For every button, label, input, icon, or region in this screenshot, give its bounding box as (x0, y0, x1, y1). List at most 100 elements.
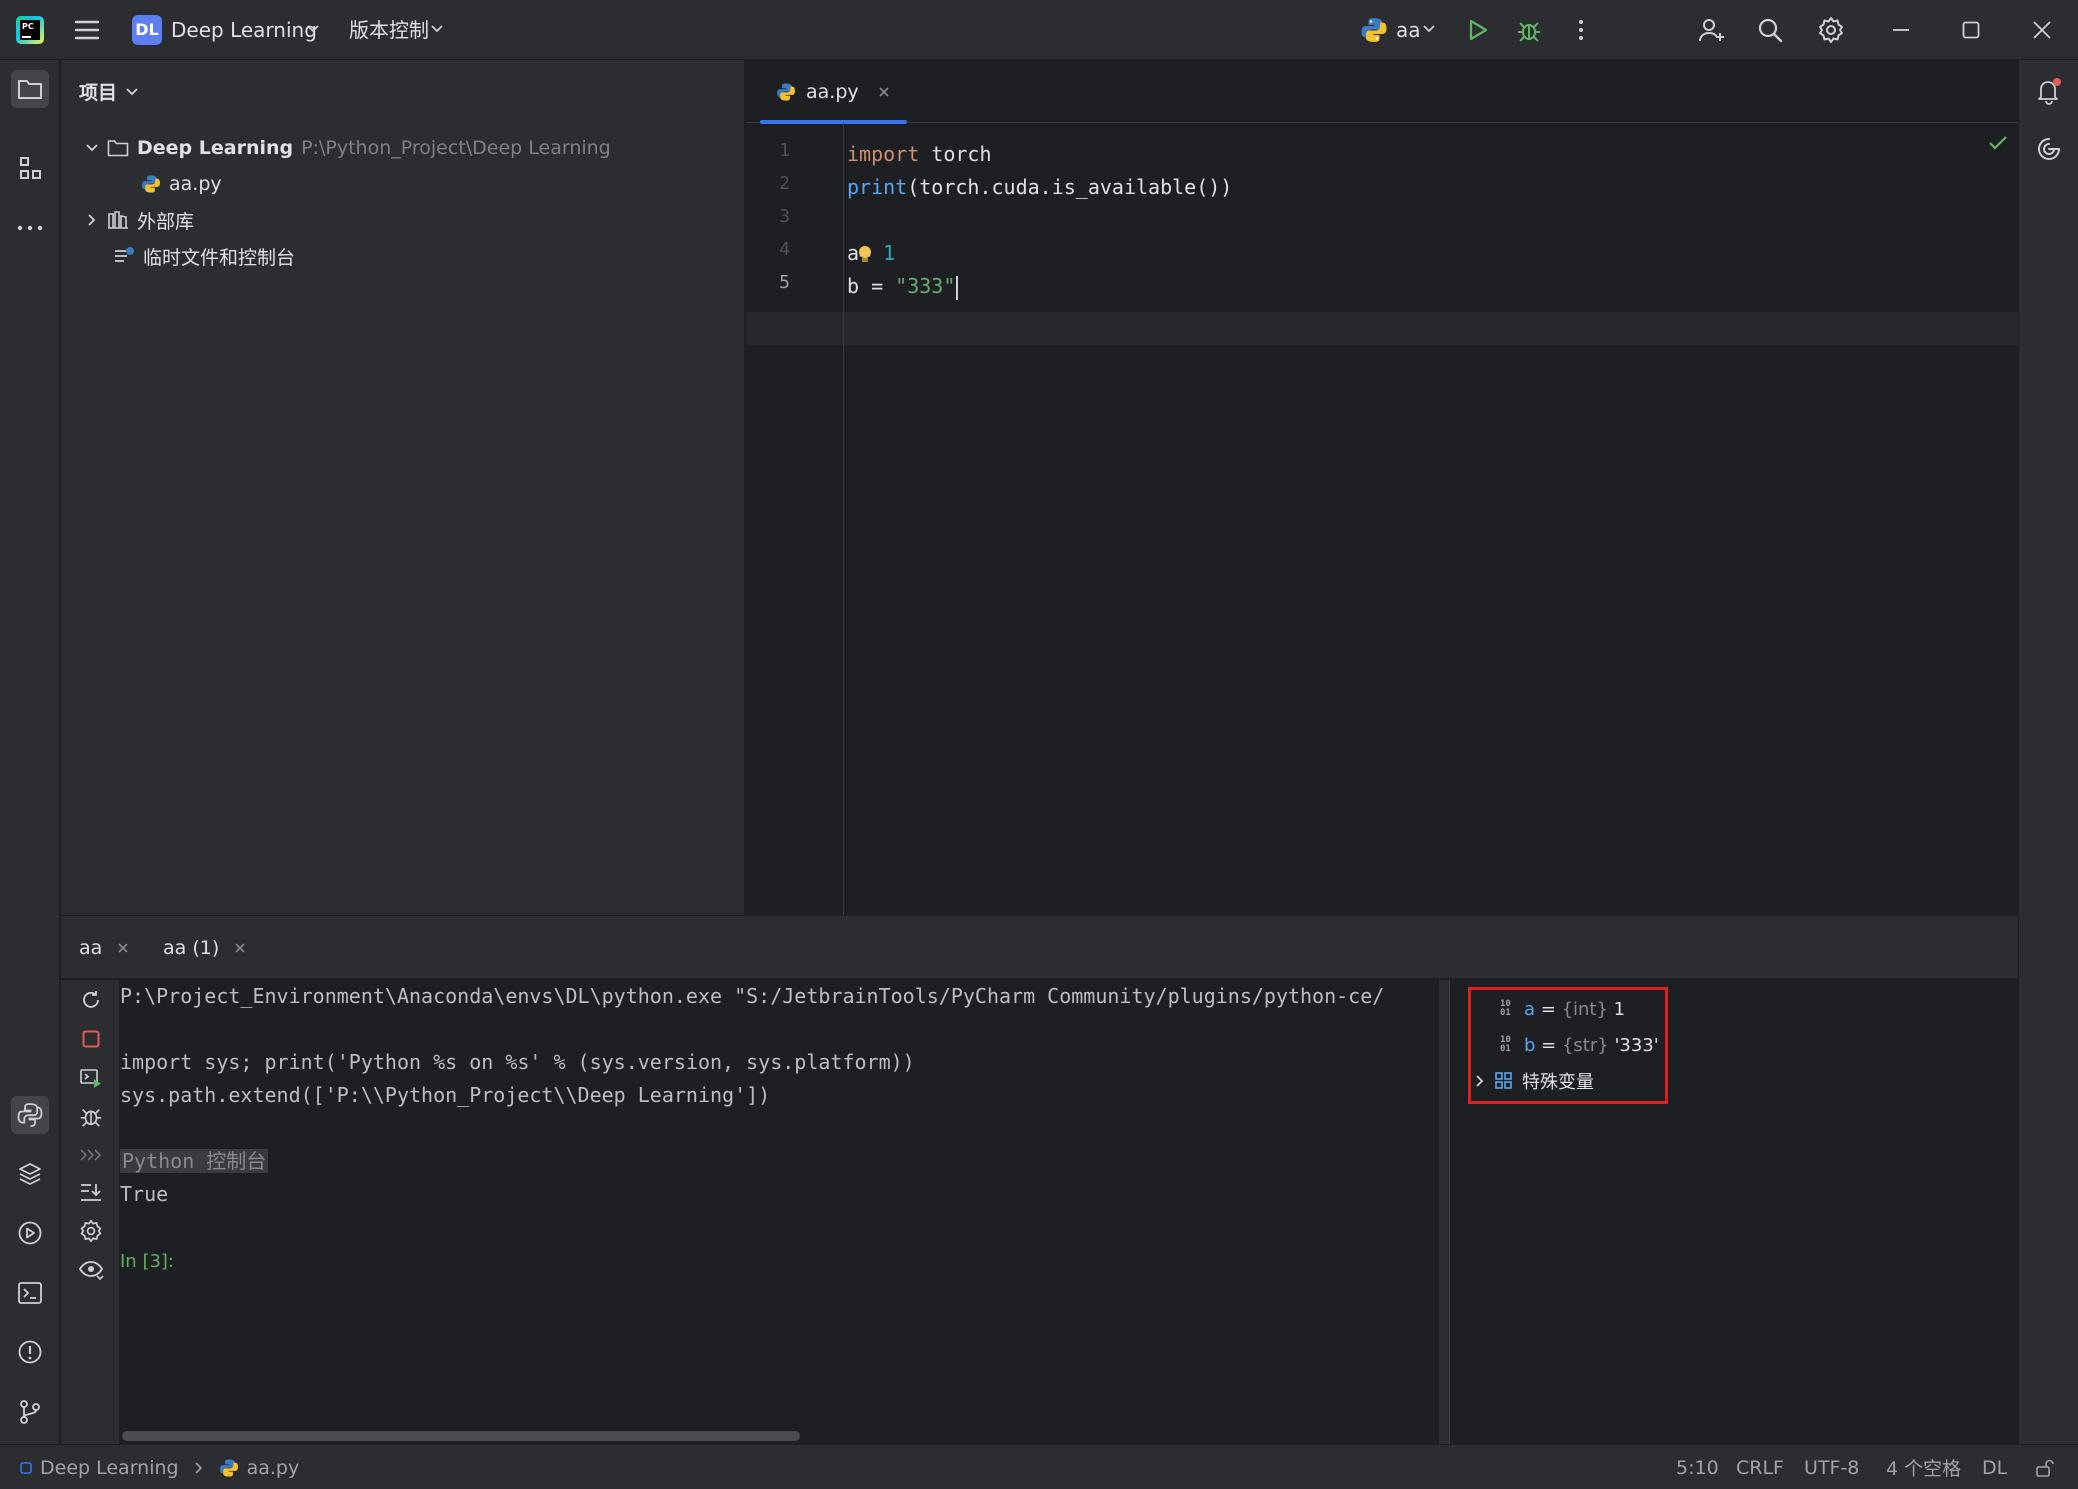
code-line-4[interactable]: a= 1 (847, 237, 895, 270)
settings-gear-icon[interactable] (1817, 16, 1845, 44)
special-variables-icon (1495, 1072, 1512, 1089)
root-folder-path: P:\Python_Project\Deep Learning (301, 137, 611, 159)
variable-row-b[interactable]: 10 01 b = {str} '333' (1500, 1030, 1659, 1060)
main-menu-icon[interactable] (74, 18, 100, 42)
output-line-cmd: P:\Project_Environment\Anaconda\envs\DL\… (120, 984, 1385, 1008)
keyword: import (847, 142, 920, 166)
project-folder-icon[interactable] (11, 70, 49, 108)
variable-row-a[interactable]: 10 01 a = {int} 1 (1500, 994, 1625, 1024)
code-line-5[interactable]: b = "333" (847, 270, 959, 303)
tree-item-scratches[interactable]: 临时文件和控制台 (113, 239, 295, 273)
terminal-icon[interactable] (11, 1274, 49, 1312)
indent-setting[interactable]: 4 个空格 (1886, 1445, 1961, 1489)
more-tool-windows-icon[interactable] (11, 209, 49, 247)
text-caret (956, 275, 959, 300)
run-config-selector[interactable]: aa (1396, 0, 1421, 60)
variable-type: {str} (1561, 1034, 1609, 1056)
title-bar: PC DL Deep Learning 版本控制 aa (0, 0, 2078, 60)
console-tab-aa-1[interactable]: aa (1) (163, 916, 247, 979)
vcs-menu[interactable]: 版本控制 (349, 0, 429, 60)
python-icon[interactable] (1360, 16, 1388, 44)
command-history-icon[interactable] (76, 1140, 106, 1170)
output-line-result: True (120, 1182, 169, 1206)
python-console-icon[interactable] (11, 1096, 49, 1134)
builtin-function: print (847, 175, 908, 199)
output-line-path: sys.path.extend(['P:\\Python_Project\\De… (120, 1083, 771, 1107)
code-line-1[interactable]: import torch (847, 138, 992, 171)
chevron-down-icon[interactable] (306, 24, 320, 34)
variable-row-special[interactable]: 特殊变量 (1474, 1066, 1594, 1096)
console-label: Python 控制台 (120, 1149, 269, 1173)
horizontal-scrollbar-thumb[interactable] (122, 1431, 800, 1441)
problems-icon[interactable] (11, 1333, 49, 1371)
line-number: 3 (779, 206, 790, 227)
add-user-icon[interactable] (1698, 16, 1726, 44)
close-window-icon[interactable] (2032, 20, 2052, 40)
chevron-right-icon[interactable] (85, 213, 99, 227)
python-file-icon (142, 175, 160, 193)
chevron-right-icon[interactable] (1474, 1074, 1486, 1088)
console-prompt[interactable]: In [3]: (120, 1244, 174, 1277)
tree-item-external-libraries[interactable]: 外部库 (85, 203, 194, 237)
file-encoding[interactable]: UTF-8 (1804, 1445, 1859, 1489)
horizontal-scrollbar-track (120, 1425, 1440, 1445)
variables-view: 10 01 a = {int} 1 10 01 b = {str} '333' 特殊… (1449, 980, 2018, 1445)
python-interpreter[interactable]: DL (1982, 1445, 2007, 1489)
project-badge[interactable]: DL (132, 15, 162, 45)
variable-name: b (1524, 1034, 1536, 1056)
line-separator[interactable]: CRLF (1736, 1445, 1784, 1489)
variable-eq: = (1535, 1034, 1562, 1056)
close-tab-icon[interactable] (116, 941, 130, 955)
editor-tab-aa-py[interactable]: aa.py (760, 60, 907, 124)
console-settings-icon[interactable] (76, 1216, 106, 1246)
minimize-window-icon[interactable] (1892, 28, 1910, 32)
left-tool-window-bar (0, 60, 60, 1444)
right-tool-window-bar (2018, 60, 2078, 1444)
python-packages-icon[interactable] (11, 1155, 49, 1193)
maximize-window-icon[interactable] (1962, 21, 1980, 39)
line-number-current: 5 (779, 272, 790, 293)
attach-debugger-icon[interactable] (76, 1101, 106, 1131)
console-output[interactable]: P:\Project_Environment\Anaconda\envs\DL\… (120, 980, 1440, 1425)
unlock-icon[interactable] (2034, 1445, 2054, 1489)
chevron-down-icon[interactable] (85, 143, 99, 153)
code-line-2[interactable]: print(torch.cuda.is_available()) (847, 171, 1232, 204)
intention-bulb-icon[interactable] (857, 245, 873, 265)
project-view-selector[interactable]: 项目 (79, 78, 139, 105)
search-icon[interactable] (1757, 17, 1783, 43)
run-icon[interactable] (1466, 18, 1490, 42)
chevron-down-icon[interactable] (430, 24, 444, 34)
python-console-panel: aa aa (1) P:\Project_Environment\Anacond… (61, 915, 2018, 1445)
close-tab-icon[interactable] (877, 85, 891, 99)
no-problems-check-icon[interactable] (1988, 135, 2008, 151)
splitter[interactable] (1439, 980, 1449, 1445)
services-run-icon[interactable] (11, 1214, 49, 1252)
git-branch-icon[interactable] (11, 1393, 49, 1431)
execute-current-icon[interactable] (76, 1063, 106, 1093)
breadcrumb-project[interactable]: Deep Learning (40, 1457, 179, 1479)
show-variables-eye-icon[interactable] (76, 1255, 106, 1285)
ai-assistant-icon[interactable] (2030, 130, 2068, 168)
line-number: 1 (779, 140, 790, 161)
console-tab-label: aa (1) (163, 936, 220, 959)
chevron-down-icon[interactable] (1422, 24, 1436, 34)
output-line-import: import sys; print('Python %s on %s' % (s… (120, 1050, 915, 1074)
project-switcher[interactable]: Deep Learning (171, 0, 317, 60)
notifications-bell-icon[interactable] (2030, 72, 2068, 110)
pycharm-logo-icon: PC (16, 16, 44, 44)
primitive-variable-icon: 10 01 (1500, 1035, 1511, 1054)
console-tab-aa[interactable]: aa (79, 916, 130, 979)
tree-item-file[interactable]: aa.py (141, 167, 222, 201)
stop-icon[interactable] (76, 1024, 106, 1054)
soft-wrap-scroll-icon[interactable] (76, 1177, 106, 1207)
variable-eq: = (1535, 998, 1562, 1020)
more-actions-icon[interactable] (1574, 18, 1588, 42)
close-tab-icon[interactable] (233, 941, 247, 955)
breadcrumb-file[interactable]: aa.py (247, 1457, 300, 1479)
caret-position[interactable]: 5:10 (1676, 1445, 1719, 1489)
tree-item-root[interactable]: Deep Learning P:\Python_Project\Deep Lea… (85, 131, 611, 165)
string-literal: "333" (895, 274, 956, 298)
debug-icon[interactable] (1516, 17, 1542, 43)
rerun-icon[interactable] (76, 985, 106, 1015)
structure-icon[interactable] (11, 149, 49, 187)
